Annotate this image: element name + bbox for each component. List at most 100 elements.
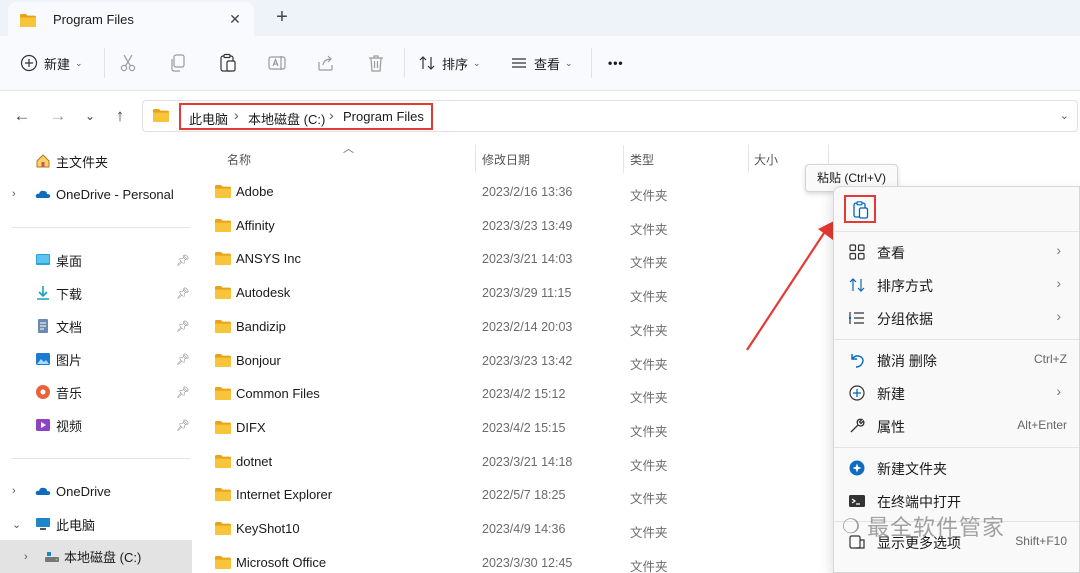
music-icon (36, 385, 50, 399)
new-button[interactable]: 新建 ⌄ (20, 50, 83, 76)
pin-icon[interactable]: 📌︎ (176, 254, 190, 267)
menu-item-sort-by[interactable]: 排序方式 › (834, 268, 1079, 301)
file-row[interactable]: Bonjour 2023/3/23 13:42 文件夹 (209, 345, 829, 377)
sidebar-item-label: 图片 (56, 352, 83, 368)
sidebar-item-local-disk[interactable]: › 本地磁盘 (C:) (0, 540, 192, 573)
sidebar-item-label: OneDrive (56, 483, 111, 499)
file-row[interactable]: Adobe 2023/2/16 13:36 文件夹 (209, 176, 829, 208)
tab-program-files[interactable]: Program Files ✕ (8, 2, 254, 36)
back-button[interactable]: ← (12, 106, 32, 126)
chevron-right-icon: › (1056, 383, 1061, 399)
sidebar-item-videos[interactable]: 视频 📌︎ (0, 411, 192, 439)
file-row[interactable]: dotnet 2023/3/21 14:18 文件夹 (209, 446, 829, 478)
more-options-button[interactable]: ••• (608, 50, 624, 76)
undo-icon (851, 354, 864, 368)
rename-icon[interactable] (267, 53, 287, 73)
file-row[interactable]: Bandizip 2023/2/14 20:03 文件夹 (209, 311, 829, 343)
sidebar-item-desktop[interactable]: 桌面 📌︎ (0, 246, 192, 274)
more-icon: ••• (608, 56, 624, 70)
sidebar-item-home[interactable]: 主文件夹 (0, 147, 192, 175)
menu-item-new-folder[interactable]: 新建文件夹 (834, 451, 1079, 484)
file-type: 文件夹 (630, 222, 668, 237)
file-row[interactable]: DIFX 2023/4/2 15:15 文件夹 (209, 412, 829, 444)
view-button-label: 查看 (534, 56, 561, 72)
drive-icon (45, 551, 59, 562)
documents-icon (38, 319, 48, 333)
sidebar-item-pictures[interactable]: 图片 📌︎ (0, 345, 192, 373)
forward-button[interactable]: → (48, 106, 68, 126)
file-row[interactable]: Microsoft Office 2023/3/30 12:45 文件夹 (209, 547, 829, 573)
breadcrumb-this-pc[interactable]: 此电脑 (189, 109, 228, 128)
file-row[interactable]: Affinity 2023/3/23 13:49 文件夹 (209, 210, 829, 242)
breadcrumb-program-files[interactable]: Program Files (343, 109, 424, 124)
menu-item-group-by[interactable]: 分组依据 › (834, 301, 1079, 334)
chevron-right-icon[interactable]: › (12, 188, 16, 200)
pin-icon[interactable]: 📌︎ (176, 353, 190, 366)
file-name: Affinity (236, 217, 275, 233)
chevron-right-icon[interactable]: › (12, 485, 16, 497)
menu-item-label: 撤消 删除 (877, 353, 937, 369)
column-divider[interactable] (623, 145, 624, 173)
view-button[interactable]: 查看 ⌄ (510, 50, 573, 76)
file-row[interactable]: Internet Explorer 2022/5/7 18:25 文件夹 (209, 479, 829, 511)
column-header-name[interactable]: 名称 (227, 151, 251, 168)
sidebar-item-this-pc[interactable]: ⌄ 此电脑 (0, 510, 192, 538)
paste-button[interactable] (844, 195, 876, 223)
column-header-type[interactable]: 类型 (630, 151, 654, 168)
sidebar-item-onedrive[interactable]: › OneDrive (0, 477, 192, 505)
breadcrumb-separator[interactable]: › (329, 107, 334, 123)
computer-icon (36, 518, 50, 530)
sidebar-item-label: 视频 (56, 418, 83, 434)
pin-icon[interactable]: 📌︎ (176, 386, 190, 399)
sidebar-item-onedrive-personal[interactable]: › OneDrive - Personal (0, 180, 192, 208)
chevron-right-icon[interactable]: › (24, 551, 28, 563)
file-row[interactable]: KeyShot10 2023/4/9 14:36 文件夹 (209, 513, 829, 545)
column-divider[interactable] (475, 145, 476, 173)
delete-icon[interactable] (366, 53, 386, 73)
paste-icon[interactable] (218, 53, 238, 73)
close-tab-button[interactable]: ✕ (226, 10, 244, 28)
menu-item-label: 排序方式 (877, 278, 933, 294)
chevron-down-icon[interactable]: ⌄ (1060, 109, 1069, 122)
navigation-bar: ← → ⌄ ↑ 此电脑 › 本地磁盘 (C:) › Program Files … (0, 92, 1080, 140)
column-header-size[interactable]: 大小 (754, 151, 778, 168)
column-divider[interactable] (748, 145, 749, 173)
menu-item-properties[interactable]: 属性 Alt+Enter (834, 409, 1079, 442)
file-type: 文件夹 (630, 559, 668, 573)
folder-icon (215, 219, 231, 232)
home-icon (36, 154, 50, 168)
file-row[interactable]: Autodesk 2023/3/29 11:15 文件夹 (209, 277, 829, 309)
pin-icon[interactable]: 📌︎ (176, 287, 190, 300)
new-tab-button[interactable]: + (271, 6, 293, 28)
menu-item-view[interactable]: 查看 › (834, 235, 1079, 268)
pin-icon[interactable]: 📌︎ (176, 320, 190, 333)
up-button[interactable]: ↑ (110, 106, 130, 126)
breadcrumb-separator[interactable]: › (234, 107, 239, 123)
share-icon[interactable] (316, 53, 336, 73)
chevron-down-icon: ⌄ (565, 57, 573, 68)
cut-icon[interactable] (118, 53, 138, 73)
column-header-modified[interactable]: 修改日期 (482, 151, 530, 168)
folder-icon (20, 14, 36, 27)
wechat-icon: ❍ (842, 515, 861, 538)
add-circle-icon (20, 54, 38, 72)
recent-locations-button[interactable]: ⌄ (80, 106, 100, 126)
sort-button[interactable]: 排序 ⌄ (418, 50, 481, 76)
chevron-down-icon: ⌄ (473, 57, 481, 68)
file-row[interactable]: ANSYS Inc 2023/3/21 14:03 文件夹 (209, 243, 829, 275)
menu-item-label: 分组依据 (877, 311, 933, 327)
menu-item-new[interactable]: 新建 › (834, 376, 1079, 409)
chevron-down-icon[interactable]: ⌄ (12, 518, 21, 531)
copy-icon[interactable] (168, 53, 188, 73)
sidebar-item-downloads[interactable]: 下载 📌︎ (0, 279, 192, 307)
pin-icon[interactable]: 📌︎ (176, 419, 190, 432)
sidebar-item-documents[interactable]: 文档 📌︎ (0, 312, 192, 340)
tab-strip: Program Files ✕ + (0, 0, 1080, 36)
file-row[interactable]: Common Files 2023/4/2 15:12 文件夹 (209, 378, 829, 410)
menu-item-undo-delete[interactable]: 撤消 删除 Ctrl+Z (834, 343, 1079, 376)
sidebar-item-music[interactable]: 音乐 📌︎ (0, 378, 192, 406)
menu-divider (834, 339, 1079, 340)
file-type: 文件夹 (630, 323, 668, 338)
address-bar[interactable]: 此电脑 › 本地磁盘 (C:) › Program Files ⌄ (142, 100, 1078, 132)
breadcrumb-local-disk[interactable]: 本地磁盘 (C:) (248, 109, 325, 128)
